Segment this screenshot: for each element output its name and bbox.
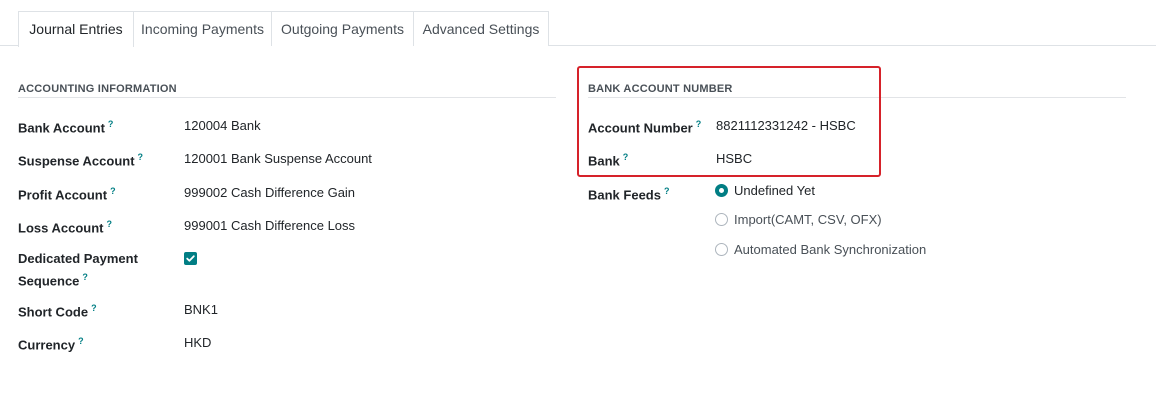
bank-label: Bank? [588,152,629,169]
bank-section-divider [588,97,1126,98]
accounting-information-title: ACCOUNTING INFORMATION [18,83,177,95]
bank-feeds-label: Bank Feeds? [588,186,670,203]
bank-feeds-option-label: Undefined Yet [734,183,815,198]
short-code-help-icon[interactable]: ? [91,303,97,313]
accounting-section-divider [18,97,556,98]
profit-account-field[interactable]: 999002 Cash Difference Gain [184,183,355,202]
dedicated-sequence-checkbox[interactable] [184,252,197,265]
account-number-field[interactable]: 8821112331242 - HSBC [716,116,856,135]
currency-help-icon[interactable]: ? [78,336,84,346]
tab-outgoing-payments[interactable]: Outgoing Payments [272,11,414,46]
profit-account-help-icon[interactable]: ? [110,186,116,196]
loss-account-field[interactable]: 999001 Cash Difference Loss [184,216,355,235]
dedicated-sequence-label: Dedicated Payment Sequence? [18,251,138,289]
tab-advanced-settings[interactable]: Advanced Settings [414,11,549,46]
short-code-label: Short Code? [18,303,97,320]
bank-feeds-help-icon[interactable]: ? [664,186,670,196]
bank-help-icon[interactable]: ? [623,152,629,162]
suspense-account-field[interactable]: 120001 Bank Suspense Account [184,149,372,168]
bank-account-help-icon[interactable]: ? [108,119,114,129]
currency-field[interactable]: HKD [184,333,211,352]
bank-feeds-option-label: Automated Bank Synchronization [734,242,927,257]
bank-feeds-option-automated[interactable]: Automated Bank Synchronization [715,240,955,260]
radio-unchecked-icon [715,243,728,256]
tab-journal-entries[interactable]: Journal Entries [18,11,134,47]
bank-account-field[interactable]: 120004 Bank [184,116,261,135]
loss-account-label: Loss Account? [18,219,112,236]
bank-feeds-option-import[interactable]: Import(CAMT, CSV, OFX) [715,210,915,230]
bank-account-label: Bank Account? [18,119,114,136]
suspense-account-help-icon[interactable]: ? [138,152,144,162]
bank-feeds-option-undefined[interactable]: Undefined Yet [715,181,915,201]
suspense-account-label: Suspense Account? [18,152,144,169]
account-number-label: Account Number? [588,119,702,136]
profit-account-label: Profit Account? [18,186,116,203]
currency-label: Currency? [18,336,84,353]
loss-account-help-icon[interactable]: ? [106,219,112,229]
dedicated-sequence-help-icon[interactable]: ? [82,272,88,282]
radio-unchecked-icon [715,213,728,226]
checkmark-icon [186,255,195,262]
radio-checked-icon [715,184,728,197]
short-code-field[interactable]: BNK1 [184,300,218,319]
bank-account-number-title: BANK ACCOUNT NUMBER [588,83,733,95]
bank-feeds-option-label: Import(CAMT, CSV, OFX) [734,212,882,227]
account-number-help-icon[interactable]: ? [696,119,702,129]
bank-field[interactable]: HSBC [716,149,752,168]
tab-incoming-payments[interactable]: Incoming Payments [134,11,272,46]
notebook-tabs: Journal Entries Incoming Payments Outgoi… [0,11,1156,47]
